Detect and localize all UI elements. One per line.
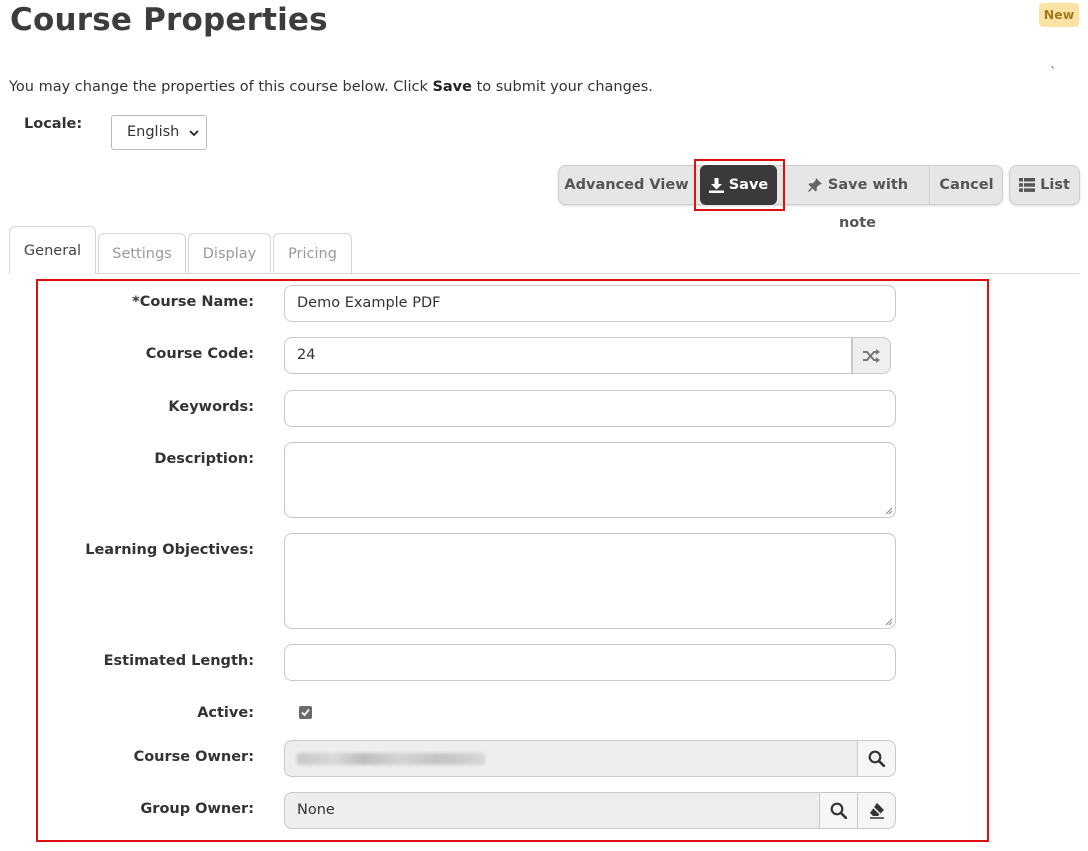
resize-handle-icon[interactable]: [885, 618, 893, 626]
shuffle-icon: [862, 348, 880, 363]
locale-select-value: English: [127, 124, 180, 140]
cancel-button[interactable]: Cancel: [929, 166, 1003, 204]
page-title: Course Properties: [10, 2, 328, 38]
course-owner-redacted: [297, 753, 485, 765]
advanced-view-button[interactable]: Advanced View: [559, 166, 694, 204]
pin-icon: [807, 178, 822, 192]
estimated-length-label: Estimated Length:: [103, 653, 254, 669]
list-button-label: List: [1040, 177, 1070, 193]
search-icon: [830, 802, 847, 819]
checkmark-icon: [301, 708, 310, 717]
save-with-note-button[interactable]: Save with note: [787, 166, 928, 231]
learning-objectives-textarea[interactable]: [284, 533, 896, 629]
description-textarea[interactable]: [284, 442, 896, 518]
group-owner-field: None: [284, 792, 820, 829]
course-code-label: Course Code:: [145, 346, 254, 362]
intro-text-end: to submit your changes.: [471, 79, 653, 95]
course-name-label: *Course Name:: [132, 294, 254, 310]
course-owner-label: Course Owner:: [133, 749, 254, 765]
tab-settings[interactable]: Settings: [98, 233, 186, 273]
estimated-length-input[interactable]: [284, 644, 896, 681]
list-icon: [1019, 178, 1036, 192]
list-button[interactable]: List: [1010, 166, 1079, 204]
new-badge: New: [1039, 3, 1079, 27]
group-owner-label: Group Owner:: [140, 801, 254, 817]
keywords-input[interactable]: [284, 390, 896, 427]
eraser-icon: [869, 803, 884, 819]
active-label: Active:: [197, 705, 254, 721]
tab-display[interactable]: Display: [188, 233, 271, 273]
resize-handle-icon[interactable]: [885, 507, 893, 515]
generate-code-button[interactable]: [852, 337, 891, 374]
course-owner-search-button[interactable]: [857, 740, 896, 777]
tab-pricing[interactable]: Pricing: [273, 233, 352, 273]
description-label: Description:: [154, 451, 254, 467]
intro-text-bold: Save: [432, 79, 472, 95]
stray-mark: `: [1050, 66, 1057, 81]
course-owner-field: [284, 740, 858, 777]
active-checkbox[interactable]: [299, 706, 312, 719]
keywords-label: Keywords:: [168, 399, 254, 415]
save-highlight-box: [694, 159, 785, 211]
chevron-down-icon: [189, 130, 199, 137]
list-group: List: [1009, 165, 1080, 205]
course-name-input[interactable]: Demo Example PDF: [284, 285, 896, 322]
locale-label: Locale:: [24, 116, 83, 132]
search-icon: [868, 750, 885, 767]
intro-text-start: You may change the properties of this co…: [9, 79, 433, 95]
course-code-input[interactable]: 24: [284, 337, 852, 374]
group-owner-clear-button[interactable]: [857, 792, 896, 829]
save-with-note-label: Save with note: [827, 177, 909, 231]
locale-select[interactable]: English: [111, 115, 207, 150]
group-owner-search-button[interactable]: [819, 792, 858, 829]
learning-objectives-label: Learning Objectives:: [85, 542, 254, 558]
intro-text: You may change the properties of this co…: [9, 79, 653, 95]
tab-general[interactable]: General: [9, 226, 96, 274]
